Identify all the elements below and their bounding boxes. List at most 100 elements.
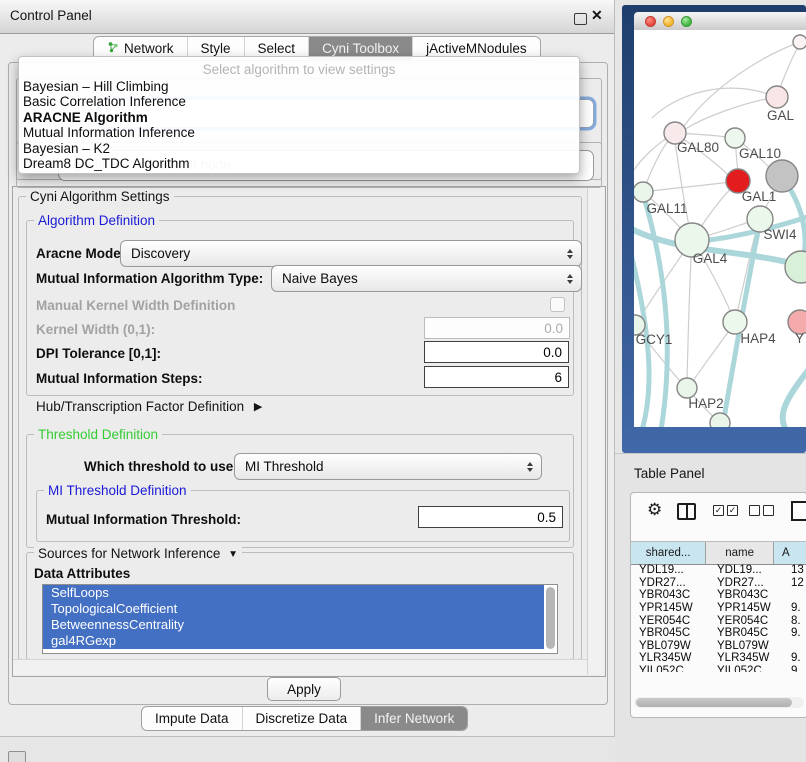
- data-attributes-label: Data Attributes: [34, 566, 130, 581]
- node-gal2[interactable]: [766, 86, 788, 108]
- dropdown-item-bayesian-hill-climbing[interactable]: Bayesian – Hill Climbing: [19, 79, 579, 94]
- table-cell: YPR145W: [711, 602, 783, 614]
- kernel-width-label: Kernel Width (0,1):: [36, 322, 155, 337]
- data-attributes-list[interactable]: SelfLoopsTopologicalCoefficientBetweenne…: [42, 584, 558, 654]
- mi-type-combobox[interactable]: Naive Bayes: [271, 265, 582, 292]
- sources-toggle[interactable]: Sources for Network Inference ▼: [34, 546, 242, 561]
- table-row[interactable]: YIL052CYIL052C9.: [631, 665, 806, 672]
- node-partial-top[interactable]: [793, 35, 806, 49]
- mi-threshold-title: MI Threshold Definition: [44, 483, 191, 498]
- which-threshold-combobox[interactable]: MI Threshold: [234, 453, 542, 480]
- column-header[interactable]: A: [774, 542, 806, 564]
- function-builder-icon[interactable]: [791, 501, 806, 521]
- column-header[interactable]: name: [706, 542, 774, 564]
- dropdown-items: Bayesian – Hill ClimbingBasic Correlatio…: [19, 79, 579, 171]
- attribute-item-gal4rgexp[interactable]: gal4RGexp: [43, 633, 544, 649]
- table-row[interactable]: YER054CYER054C8.: [631, 614, 806, 627]
- mi-steps-value: 6: [554, 370, 562, 385]
- network-window-titlebar[interactable]: [634, 12, 806, 31]
- mi-type-label: Mutual Information Algorithm Type:: [36, 271, 263, 286]
- gear-icon[interactable]: ⚙: [647, 501, 662, 518]
- dropdown-item-bayesian-k2[interactable]: Bayesian – K2: [19, 141, 579, 156]
- docked-panel-icon[interactable]: [8, 751, 26, 762]
- table-cell: YLR345W: [631, 652, 711, 664]
- algorithm-definition-title: Algorithm Definition: [34, 213, 159, 228]
- tab-label: Select: [258, 41, 296, 56]
- table-horizontal-scrollbar[interactable]: [634, 697, 804, 708]
- tab-label: Cyni Toolbox: [322, 41, 399, 56]
- tab-infer-network[interactable]: Infer Network: [360, 707, 467, 730]
- aracne-mode-combobox[interactable]: Discovery: [120, 240, 582, 267]
- control-panel-titlebar: Control Panel ✕: [0, 0, 614, 34]
- table-cell: 9.: [783, 652, 801, 664]
- node-gal10[interactable]: [725, 128, 745, 148]
- node-bottom-green[interactable]: [710, 413, 730, 427]
- table-body: YDL19...YDL19...13YDR27...YDR27...12YBR0…: [631, 564, 806, 672]
- close-icon[interactable]: ✕: [591, 7, 603, 24]
- hub-definition-toggle[interactable]: Hub/Transcription Factor Definition ▶: [36, 399, 262, 414]
- deselect-all-checkboxes-icon[interactable]: [749, 505, 774, 516]
- node-gray-node[interactable]: [766, 160, 798, 192]
- dpi-tolerance-field[interactable]: 0.0: [424, 341, 569, 363]
- dropdown-item-dream8-dc-tdc-algorithm[interactable]: Dream8 DC_TDC Algorithm: [19, 156, 579, 171]
- algorithm-dropdown-popup: Select algorithm to view settings Bayesi…: [18, 56, 580, 174]
- dropdown-item-aracne-algorithm[interactable]: ARACNE Algorithm: [19, 110, 579, 125]
- table-row[interactable]: YBR045CYBR045C9.: [631, 627, 806, 640]
- list-scrollbar[interactable]: [546, 587, 555, 649]
- attribute-item-topologicalcoefficient[interactable]: TopologicalCoefficient: [43, 601, 544, 617]
- node-gal11[interactable]: [634, 182, 653, 202]
- node-hap2[interactable]: [677, 378, 697, 398]
- mi-type-value: Naive Bayes: [282, 271, 358, 286]
- network-edge-highlighted[interactable]: [783, 368, 806, 427]
- table-row[interactable]: YPR145WYPR145W9.: [631, 602, 806, 615]
- float-window-icon[interactable]: [574, 13, 587, 25]
- table-cell: YDR27...: [631, 577, 711, 589]
- attribute-item-selfloops[interactable]: SelfLoops: [43, 585, 544, 601]
- table-cell: YDR27...: [711, 577, 783, 589]
- table-row[interactable]: YDR27...YDR27...12: [631, 577, 806, 590]
- mi-steps-field[interactable]: 6: [424, 366, 569, 388]
- stepper-icon: [527, 462, 533, 472]
- node-label: GAL80: [677, 140, 719, 155]
- column-header[interactable]: shared...: [631, 542, 706, 564]
- select-all-checkboxes-icon[interactable]: ✓✓: [713, 505, 738, 516]
- tab-discretize-data[interactable]: Discretize Data: [242, 707, 361, 730]
- tab-impute-data[interactable]: Impute Data: [142, 707, 242, 730]
- node-label: GAL10: [739, 146, 781, 161]
- mi-threshold-field[interactable]: 0.5: [418, 506, 563, 528]
- manual-kernel-checkbox[interactable]: [550, 297, 565, 312]
- table-cell: YBR043C: [711, 589, 783, 601]
- table-cell: YBR045C: [711, 627, 783, 639]
- mi-steps-label: Mutual Information Steps:: [36, 371, 203, 386]
- stepper-icon: [567, 249, 573, 259]
- manual-kernel-label: Manual Kernel Width Definition: [36, 298, 235, 313]
- attribute-item-betweennesscentrality[interactable]: BetweennessCentrality: [43, 617, 544, 633]
- table-cell: YLR345W: [711, 652, 783, 664]
- table-row[interactable]: YLR345WYLR345W9.: [631, 652, 806, 665]
- settings-vertical-scrollbar[interactable]: [587, 187, 604, 674]
- network-edge[interactable]: [687, 240, 692, 379]
- show-columns-icon[interactable]: [677, 503, 696, 520]
- apply-button[interactable]: Apply: [267, 677, 341, 701]
- minimize-traffic-light-icon[interactable]: [663, 16, 674, 27]
- table-cell: YBL079W: [711, 640, 783, 652]
- dropdown-item-basic-correlation-inference[interactable]: Basic Correlation Inference: [19, 94, 579, 109]
- table-row[interactable]: YBL079WYBL079W: [631, 640, 806, 653]
- kernel-width-field[interactable]: 0.0: [424, 317, 570, 339]
- table-cell: 9.: [783, 627, 801, 639]
- dropdown-item-mutual-information-inference[interactable]: Mutual Information Inference: [19, 125, 579, 140]
- table-cell: YBR045C: [631, 627, 711, 639]
- table-cell: 9.: [783, 602, 801, 614]
- table-row[interactable]: YBR043CYBR043C: [631, 589, 806, 602]
- network-canvas[interactable]: GALGAL80GAL10GAL1GAL11SWI4GAL4GCY1HAP4YH…: [634, 30, 806, 427]
- node-right-big[interactable]: [785, 251, 806, 283]
- network-edge[interactable]: [684, 97, 777, 130]
- table-row[interactable]: YDL19...YDL19...13: [631, 564, 806, 577]
- close-traffic-light-icon[interactable]: [645, 16, 656, 27]
- settings-horizontal-scrollbar[interactable]: [13, 659, 587, 675]
- node-label: SWI4: [763, 227, 796, 242]
- zoom-traffic-light-icon[interactable]: [681, 16, 692, 27]
- network-edge[interactable]: [651, 181, 738, 191]
- threshold-definition-title: Threshold Definition: [34, 427, 162, 442]
- scrollbar-thumb[interactable]: [636, 698, 792, 707]
